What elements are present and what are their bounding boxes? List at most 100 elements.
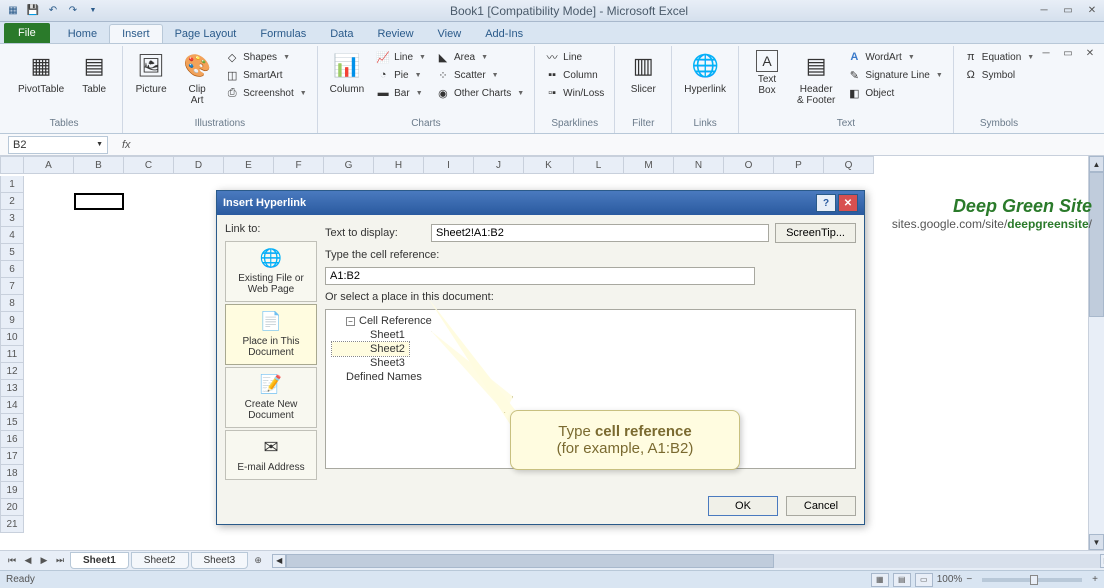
symbol-button[interactable]: ΩSymbol [962, 66, 1036, 84]
sheet-tab-1[interactable]: Sheet1 [70, 552, 129, 569]
column-header[interactable]: P [774, 156, 824, 174]
sparkline-line-button[interactable]: 〰Line [543, 48, 606, 66]
row-header[interactable]: 1 [0, 176, 24, 193]
wordart-button[interactable]: AWordArt▼ [845, 48, 944, 66]
dialog-help-icon[interactable]: ? [816, 194, 836, 212]
tab-insert[interactable]: Insert [109, 24, 163, 43]
row-header[interactable]: 15 [0, 414, 24, 431]
tab-review[interactable]: Review [365, 25, 425, 43]
row-header[interactable]: 20 [0, 499, 24, 516]
row-header[interactable]: 6 [0, 261, 24, 278]
hyperlink-button[interactable]: 🌐Hyperlink [680, 48, 730, 97]
zoom-level[interactable]: 100% [937, 574, 963, 585]
zoom-slider[interactable] [982, 578, 1082, 582]
smartart-button[interactable]: ◫SmartArt [223, 66, 309, 84]
row-header[interactable]: 16 [0, 431, 24, 448]
column-header[interactable]: O [724, 156, 774, 174]
tree-sheet1[interactable]: Sheet1 [332, 328, 849, 342]
row-header[interactable]: 11 [0, 346, 24, 363]
column-header[interactable]: J [474, 156, 524, 174]
existing-file-button[interactable]: 🌐Existing File or Web Page [225, 241, 317, 302]
tab-data[interactable]: Data [318, 25, 365, 43]
row-header[interactable]: 10 [0, 329, 24, 346]
scroll-down-icon[interactable]: ▼ [1089, 534, 1104, 550]
textbox-button[interactable]: AText Box [747, 48, 787, 98]
sparkline-column-button[interactable]: ▪▪Column [543, 66, 606, 84]
hscroll-left-icon[interactable]: ◀ [272, 554, 286, 568]
sheet-tab-2[interactable]: Sheet2 [131, 552, 189, 569]
email-address-button[interactable]: ✉E-mail Address [225, 430, 317, 480]
tree-defined-names[interactable]: Defined Names [332, 370, 849, 384]
row-header[interactable]: 3 [0, 210, 24, 227]
cancel-button[interactable]: Cancel [786, 496, 856, 516]
object-button[interactable]: ◧Object [845, 84, 944, 102]
column-chart-button[interactable]: 📊Column [326, 48, 368, 97]
column-header[interactable]: L [574, 156, 624, 174]
restore-icon[interactable]: ▭ [1060, 4, 1076, 18]
tree-sheet2-selected[interactable]: Sheet2 [332, 342, 409, 356]
row-header[interactable]: 12 [0, 363, 24, 380]
column-header[interactable]: G [324, 156, 374, 174]
column-header[interactable]: D [174, 156, 224, 174]
column-header[interactable]: Q [824, 156, 874, 174]
row-header[interactable]: 5 [0, 244, 24, 261]
clipart-button[interactable]: 🎨Clip Art [177, 48, 217, 108]
row-header[interactable]: 2 [0, 193, 24, 210]
row-header[interactable]: 21 [0, 516, 24, 533]
dialog-close-icon[interactable]: ✕ [838, 194, 858, 212]
cell-reference-input[interactable] [325, 267, 755, 285]
undo-icon[interactable]: ↶ [44, 2, 62, 20]
column-header[interactable]: M [624, 156, 674, 174]
table-button[interactable]: ▤Table [74, 48, 114, 97]
zoom-out-icon[interactable]: − [966, 574, 972, 585]
zoom-in-icon[interactable]: + [1092, 574, 1098, 585]
row-header[interactable]: 9 [0, 312, 24, 329]
formula-input[interactable] [137, 139, 1104, 151]
column-header[interactable]: C [124, 156, 174, 174]
workbook-restore-icon[interactable]: ▭ [1060, 46, 1076, 60]
tab-addins[interactable]: Add-Ins [473, 25, 535, 43]
pivottable-button[interactable]: ▦PivotTable [14, 48, 68, 97]
scroll-up-icon[interactable]: ▲ [1089, 156, 1104, 172]
tree-sheet3[interactable]: Sheet3 [332, 356, 849, 370]
hscroll-thumb[interactable] [286, 554, 774, 568]
new-sheet-icon[interactable]: ⊕ [250, 553, 266, 569]
ok-button[interactable]: OK [708, 496, 778, 516]
bar-chart-button[interactable]: ▬Bar▼ [374, 84, 428, 102]
tab-home[interactable]: Home [56, 25, 109, 43]
other-charts-button[interactable]: ◉Other Charts▼ [434, 84, 526, 102]
column-header[interactable]: I [424, 156, 474, 174]
headerfooter-button[interactable]: ▤Header & Footer [793, 48, 839, 108]
column-header[interactable]: A [24, 156, 74, 174]
page-layout-view-icon[interactable]: ▤ [893, 573, 911, 587]
place-in-document-button[interactable]: 📄Place in This Document [225, 304, 317, 365]
signature-line-button[interactable]: ✎Signature Line▼ [845, 66, 944, 84]
row-header[interactable]: 13 [0, 380, 24, 397]
screentip-button[interactable]: ScreenTip... [775, 223, 856, 243]
collapse-icon[interactable]: − [346, 317, 355, 326]
area-chart-button[interactable]: ◣Area▼ [434, 48, 526, 66]
column-header[interactable]: N [674, 156, 724, 174]
qat-dropdown-icon[interactable]: ▼ [84, 2, 102, 20]
column-header[interactable]: F [274, 156, 324, 174]
sheet-nav-last-icon[interactable]: ⏭ [52, 553, 68, 569]
scroll-thumb[interactable] [1089, 172, 1104, 317]
sheet-nav-next-icon[interactable]: ▶ [36, 553, 52, 569]
column-header[interactable]: E [224, 156, 274, 174]
column-header[interactable]: B [74, 156, 124, 174]
row-header[interactable]: 8 [0, 295, 24, 312]
scatter-chart-button[interactable]: ⁘Scatter▼ [434, 66, 526, 84]
screenshot-button[interactable]: ⎙Screenshot▼ [223, 84, 309, 102]
picture-button[interactable]: 🖼Picture [131, 48, 171, 97]
select-all-corner[interactable] [0, 156, 24, 174]
dialog-titlebar[interactable]: Insert Hyperlink ? ✕ [217, 191, 864, 215]
row-header[interactable]: 14 [0, 397, 24, 414]
row-header[interactable]: 17 [0, 448, 24, 465]
excel-icon[interactable]: ▦ [4, 2, 22, 20]
row-header[interactable]: 7 [0, 278, 24, 295]
tab-view[interactable]: View [426, 25, 474, 43]
pie-chart-button[interactable]: ◔Pie▼ [374, 66, 428, 84]
line-chart-button[interactable]: 📈Line▼ [374, 48, 428, 66]
slicer-button[interactable]: ▥Slicer [623, 48, 663, 97]
sheet-nav-first-icon[interactable]: ⏮ [4, 553, 20, 569]
